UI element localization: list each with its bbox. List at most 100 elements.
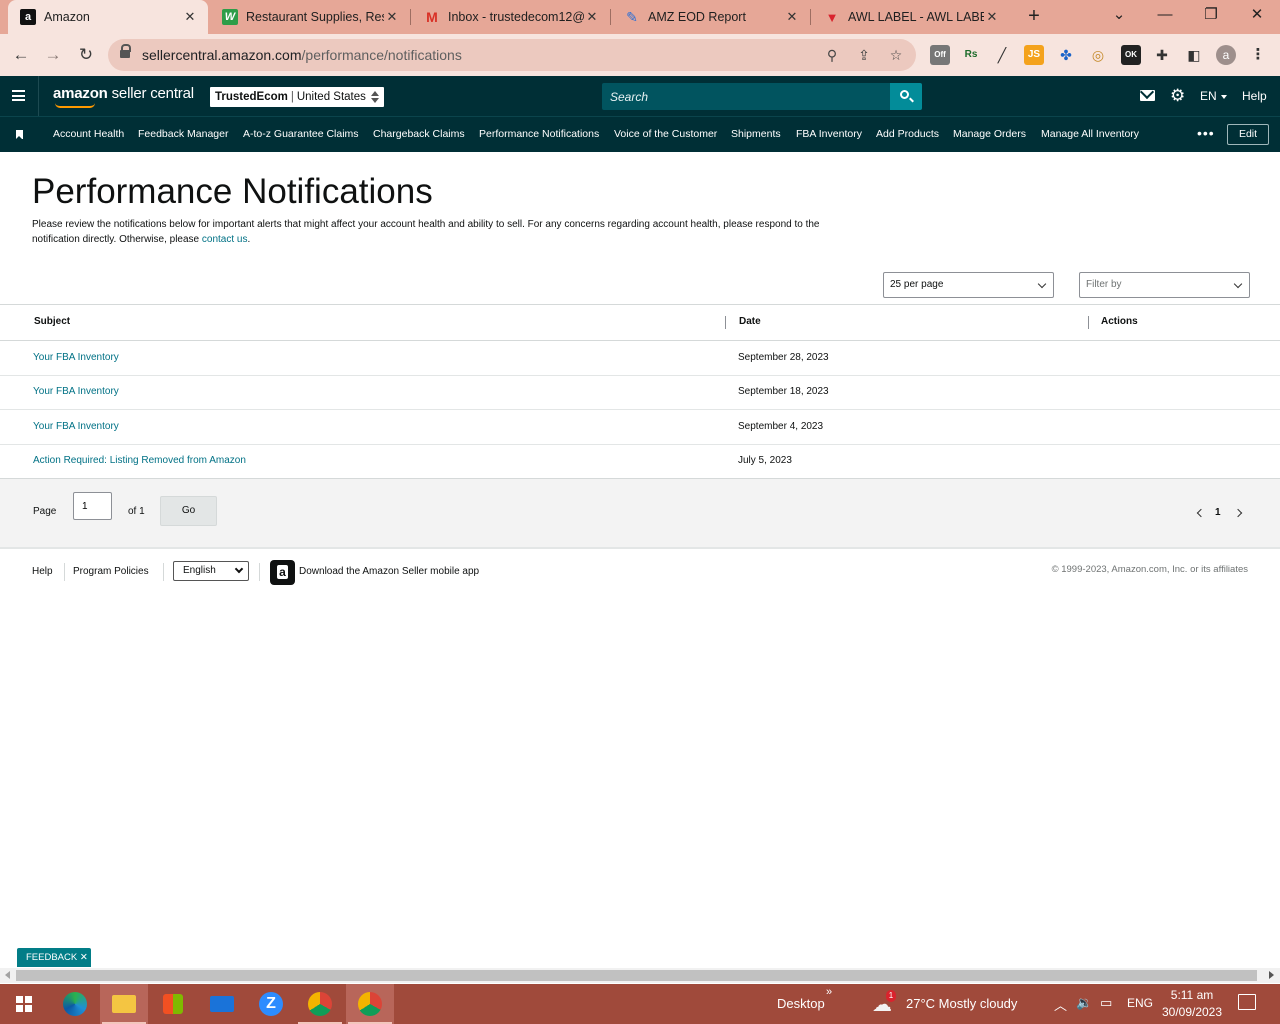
footer-language-select[interactable]: English <box>173 561 249 581</box>
nav-fba-inventory[interactable]: FBA Inventory <box>796 128 862 140</box>
scrollbar-thumb[interactable] <box>16 970 1257 981</box>
desktop-toolbar-label[interactable]: Desktop <box>777 996 825 1011</box>
taskbar-mail[interactable] <box>198 984 246 1024</box>
taskbar-chrome-profile-a[interactable] <box>346 984 394 1024</box>
input-language[interactable]: ENG <box>1127 996 1153 1010</box>
gear-icon[interactable]: ⚙ <box>1170 87 1186 104</box>
account-switcher[interactable]: TrustedEcom | United States <box>210 87 384 107</box>
scroll-left-icon[interactable] <box>5 971 10 979</box>
more-dots-icon[interactable]: ••• <box>1197 125 1215 141</box>
browser-tab-restaurant-supplies[interactable]: W Restaurant Supplies, Rest ✕ <box>210 0 411 34</box>
extension-spiral-icon[interactable]: ◎ <box>1088 45 1108 65</box>
extension-helm-icon[interactable]: ✤ <box>1056 45 1076 65</box>
next-page-icon[interactable] <box>1233 508 1243 518</box>
column-subject[interactable]: Subject <box>34 316 70 327</box>
extension-js-icon[interactable]: JS <box>1024 45 1044 65</box>
bookmark-star-icon[interactable]: ☆ <box>886 45 906 65</box>
close-tab-icon[interactable]: ✕ <box>384 9 400 25</box>
horizontal-scrollbar[interactable] <box>0 968 1280 983</box>
prev-page-icon[interactable] <box>1196 508 1206 518</box>
close-tab-icon[interactable]: ✕ <box>182 9 198 25</box>
help-link[interactable]: Help <box>1242 89 1267 103</box>
toolbar-expand-icon[interactable]: » <box>826 986 832 998</box>
edit-nav-button[interactable]: Edit <box>1227 124 1269 145</box>
search-input[interactable] <box>602 83 890 110</box>
extension-off-icon[interactable]: Off <box>930 45 950 65</box>
nav-voice-of-customer[interactable]: Voice of the Customer <box>614 128 717 140</box>
mail-icon[interactable] <box>1140 90 1155 101</box>
restore-icon[interactable]: ❐ <box>1188 0 1234 30</box>
url-text[interactable]: sellercentral.amazon.com/performance/not… <box>142 47 462 63</box>
zoom-icon[interactable]: ⚲ <box>822 45 842 65</box>
reload-icon[interactable]: ↻ <box>74 43 98 67</box>
notifications-icon[interactable] <box>1238 994 1256 1010</box>
nav-shipments[interactable]: Shipments <box>731 128 781 140</box>
back-arrow-icon[interactable]: ← <box>9 43 33 67</box>
extension-ok-icon[interactable]: OK <box>1121 45 1141 65</box>
nav-manage-all-inventory[interactable]: Manage All Inventory <box>1041 128 1139 140</box>
notification-subject-link[interactable]: Action Required: Listing Removed from Am… <box>33 455 246 466</box>
start-button[interactable] <box>0 984 48 1024</box>
browser-tab-amazon[interactable]: a Amazon ✕ <box>8 0 208 34</box>
browser-tab-gmail[interactable]: M Inbox - trustedecom12@ ✕ <box>412 0 611 34</box>
speaker-icon[interactable]: 🔉 <box>1076 995 1092 1011</box>
clock-date[interactable]: 30/09/2023 <box>1160 1005 1224 1019</box>
language-selector[interactable]: EN <box>1200 89 1227 103</box>
weather-text[interactable]: 27°C Mostly cloudy <box>906 996 1017 1011</box>
taskbar-zoom[interactable]: Z <box>247 984 295 1024</box>
nav-a-to-z-claims[interactable]: A-to-z Guarantee Claims <box>243 128 359 140</box>
nav-account-health[interactable]: Account Health <box>53 128 124 140</box>
nav-performance-notifications[interactable]: Performance Notifications <box>479 128 599 140</box>
address-bar[interactable]: sellercentral.amazon.com/performance/not… <box>108 39 916 71</box>
current-page-number[interactable]: 1 <box>1215 507 1221 518</box>
hamburger-menu-icon[interactable] <box>12 90 25 101</box>
new-tab-icon[interactable]: + <box>1022 5 1046 29</box>
go-button[interactable]: Go <box>160 496 217 526</box>
close-tab-icon[interactable]: ✕ <box>984 9 1000 25</box>
browser-tab-awl-label[interactable]: ▼ AWL LABEL - AWL LABEL ✕ <box>812 0 1010 34</box>
taskbar-chrome-profile-m[interactable] <box>296 984 344 1024</box>
side-panel-icon[interactable]: ◧ <box>1184 45 1204 65</box>
search-button[interactable] <box>890 83 922 110</box>
search-field[interactable] <box>602 83 890 110</box>
scroll-right-icon[interactable] <box>1269 971 1274 979</box>
amazon-app-icon[interactable]: a <box>270 560 295 585</box>
extension-rs-icon[interactable]: Rs <box>961 45 981 65</box>
taskbar-file-explorer[interactable] <box>100 984 148 1024</box>
browser-menu-icon[interactable]: ⋮ <box>1248 45 1268 65</box>
program-policies-link[interactable]: Program Policies <box>73 566 149 577</box>
bookmark-icon[interactable] <box>16 130 23 139</box>
taskbar-store[interactable] <box>149 984 197 1024</box>
per-page-select[interactable]: 25 per page <box>883 272 1054 298</box>
close-tab-icon[interactable]: ✕ <box>784 9 800 25</box>
footer-help-link[interactable]: Help <box>32 566 53 577</box>
seller-central-logo[interactable]: amazon seller central <box>53 85 194 108</box>
extension-pen-icon[interactable]: ╱ <box>992 45 1012 65</box>
minimize-icon[interactable]: — <box>1142 0 1188 30</box>
profile-avatar[interactable]: a <box>1216 45 1236 65</box>
filter-by-select[interactable]: Filter by <box>1079 272 1250 298</box>
download-app-link[interactable]: Download the Amazon Seller mobile app <box>299 566 479 577</box>
column-date[interactable]: Date <box>739 316 761 327</box>
tab-search-chevron-icon[interactable]: ⌄ <box>1096 0 1142 30</box>
close-tab-icon[interactable]: ✕ <box>584 9 600 25</box>
network-icon[interactable]: ▭ <box>1100 995 1112 1011</box>
tray-chevron-up-icon[interactable]: ︿ <box>1054 995 1067 1014</box>
notification-subject-link[interactable]: Your FBA Inventory <box>33 421 119 432</box>
share-icon[interactable]: ⇪ <box>854 45 874 65</box>
notification-subject-link[interactable]: Your FBA Inventory <box>33 352 119 363</box>
contact-us-link[interactable]: contact us <box>202 234 248 245</box>
nav-feedback-manager[interactable]: Feedback Manager <box>138 128 228 140</box>
nav-manage-orders[interactable]: Manage Orders <box>953 128 1026 140</box>
nav-chargeback-claims[interactable]: Chargeback Claims <box>373 128 465 140</box>
page-number-input[interactable] <box>73 492 112 520</box>
notification-subject-link[interactable]: Your FBA Inventory <box>33 386 119 397</box>
feedback-tab[interactable]: FEEDBACK ✕ <box>17 948 91 967</box>
taskbar-edge[interactable] <box>51 984 99 1024</box>
browser-tab-amz-eod-report[interactable]: ✎ AMZ EOD Report ✕ <box>612 0 811 34</box>
clock-time[interactable]: 5:11 am <box>1160 988 1224 1002</box>
close-icon[interactable]: ✕ <box>80 952 88 963</box>
close-window-icon[interactable]: ✕ <box>1234 0 1280 30</box>
extensions-puzzle-icon[interactable]: ✚ <box>1152 45 1172 65</box>
forward-arrow-icon[interactable]: → <box>41 43 65 67</box>
